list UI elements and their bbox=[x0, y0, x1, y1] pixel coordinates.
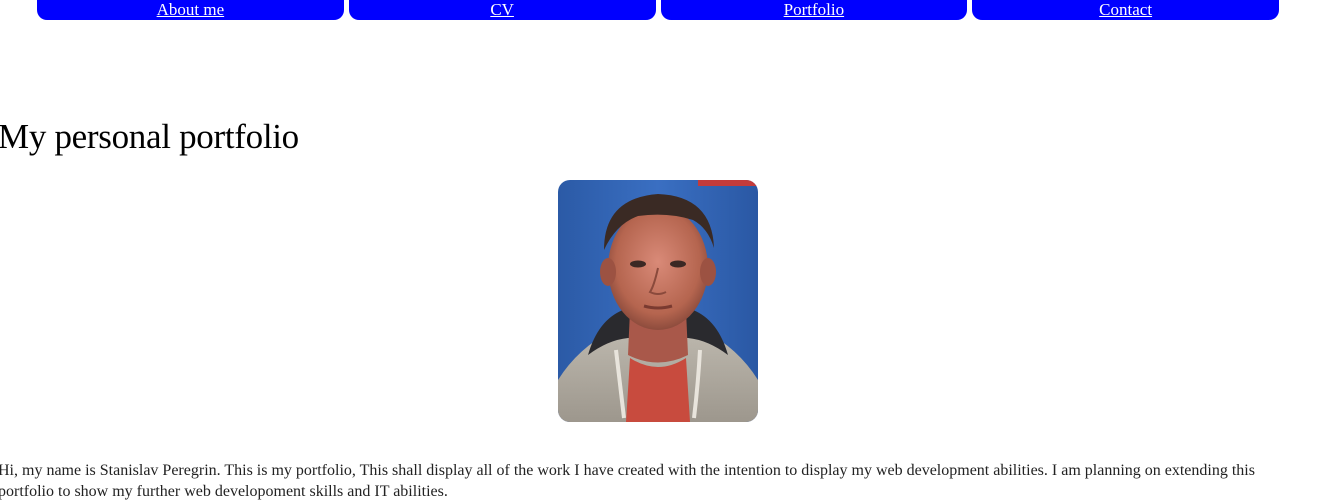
nav-link-contact[interactable]: Contact bbox=[1099, 0, 1152, 20]
top-navigation: About me CV Portfolio Contact bbox=[37, 0, 1279, 20]
nav-link-about[interactable]: About me bbox=[157, 0, 225, 20]
intro-paragraph: Hi, my name is Stanislav Peregrin. This … bbox=[0, 462, 1255, 500]
portrait-image bbox=[558, 180, 758, 422]
nav-item-about[interactable]: About me bbox=[37, 0, 344, 20]
profile-photo bbox=[558, 180, 758, 422]
nav-item-portfolio[interactable]: Portfolio bbox=[660, 0, 968, 20]
nav-link-cv[interactable]: CV bbox=[490, 0, 514, 20]
nav-item-cv[interactable]: CV bbox=[348, 0, 656, 20]
nav-link-portfolio[interactable]: Portfolio bbox=[784, 0, 844, 20]
nav-item-contact[interactable]: Contact bbox=[972, 0, 1279, 20]
page-title: My personal portfolio bbox=[0, 117, 299, 156]
